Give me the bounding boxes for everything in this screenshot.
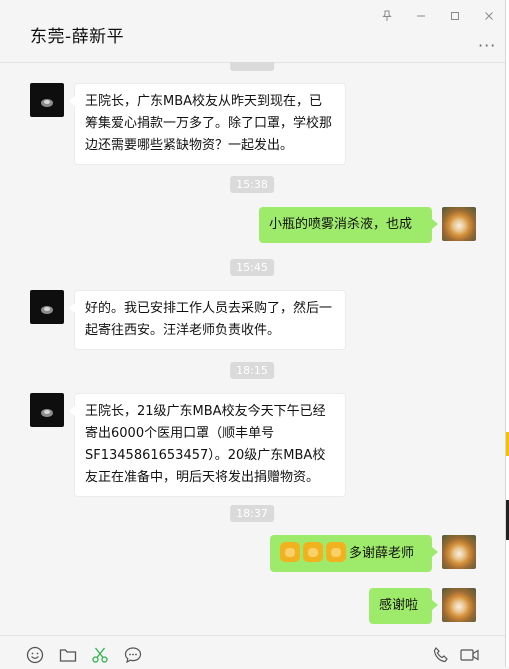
close-icon[interactable] <box>476 6 502 26</box>
message-text: 多谢薛老师 <box>349 546 415 561</box>
bubble-tail <box>432 600 438 610</box>
folder-icon[interactable] <box>58 645 78 665</box>
emoji-icon[interactable] <box>25 645 45 665</box>
message-text: 好的。我已安排工作人员去采购了，然后一起寄往西安。汪洋老师负责收件。 <box>85 301 333 338</box>
timestamp: 18:37 <box>230 505 274 522</box>
message-bubble-sent[interactable]: 小瓶的喷雾消杀液，也成 <box>259 207 438 243</box>
message-list[interactable]: 15:38 王院长，广东MBA校友从昨天到现在，已筹集爱心捐款一万多了。除了口罩… <box>0 62 505 635</box>
avatar[interactable] <box>442 207 476 241</box>
bubble-tail <box>69 96 75 106</box>
phone-icon[interactable] <box>431 645 451 665</box>
message-bubble-received[interactable]: 王院长，21级广东MBA校友今天下午已经寄出6000个医用口罩（顺丰单号SF13… <box>69 393 346 497</box>
bubble-tail <box>432 547 438 557</box>
fist-emoji <box>280 542 300 562</box>
chat-window: 东莞-薛新平 ··· 15:38 王院长，广东MBA校友从昨天到现在，已筹集爱心… <box>0 0 506 668</box>
avatar[interactable] <box>30 290 64 324</box>
message-text: 感谢啦 <box>379 598 419 613</box>
message-text: 王院长，广东MBA校友从昨天到现在，已筹集爱心捐款一万多了。除了口罩，学校那边还… <box>85 94 333 153</box>
timestamp: 18:15 <box>230 362 274 379</box>
bow-emoji <box>326 542 346 562</box>
bubble-tail <box>69 406 75 416</box>
bubble-tail <box>432 219 438 229</box>
avatar[interactable] <box>442 535 476 569</box>
maximize-icon[interactable] <box>442 6 468 26</box>
chat-title: 东莞-薛新平 <box>30 27 125 47</box>
message-bubble-received[interactable]: 好的。我已安排工作人员去采购了，然后一起寄往西安。汪洋老师负责收件。 <box>69 290 346 350</box>
timestamp: 15:38 <box>230 62 274 71</box>
minimize-icon[interactable] <box>408 6 434 26</box>
timestamp: 15:38 <box>230 176 274 193</box>
avatar[interactable] <box>442 588 476 622</box>
scissors-icon[interactable] <box>90 645 110 665</box>
timestamp: 15:45 <box>230 259 274 276</box>
bubble-tail <box>69 303 75 313</box>
message-text: 王院长，21级广东MBA校友今天下午已经寄出6000个医用口罩（顺丰单号SF13… <box>85 404 326 485</box>
more-icon[interactable]: ··· <box>478 36 496 55</box>
chat-history-icon[interactable] <box>123 645 143 665</box>
input-toolbar <box>0 635 505 668</box>
message-bubble-received[interactable]: 王院长，广东MBA校友从昨天到现在，已筹集爱心捐款一万多了。除了口罩，学校那边还… <box>69 83 346 165</box>
title-bar: 东莞-薛新平 ··· <box>0 0 505 63</box>
avatar[interactable] <box>30 83 64 117</box>
message-bubble-sent[interactable]: 多谢薛老师 <box>270 535 438 572</box>
pin-icon[interactable] <box>374 6 400 26</box>
message-text: 小瓶的喷雾消杀液，也成 <box>269 217 413 232</box>
avatar[interactable] <box>30 393 64 427</box>
video-call-icon[interactable] <box>459 645 481 665</box>
message-bubble-sent[interactable]: 感谢啦 <box>369 588 438 624</box>
ok-hand-emoji <box>303 542 323 562</box>
